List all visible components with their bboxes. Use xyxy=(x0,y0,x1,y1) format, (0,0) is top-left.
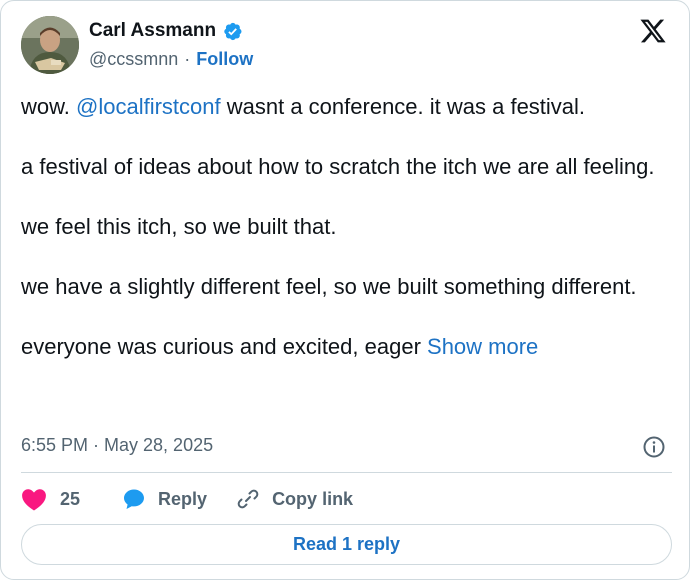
mention-link[interactable]: @localfirstconf xyxy=(76,94,221,119)
link-icon xyxy=(237,489,259,509)
tweet-paragraph-4: we have a slightly different feel, so we… xyxy=(21,274,637,299)
reply-label: Reply xyxy=(158,488,208,509)
tweet-card: Carl Assmann @ccssmnn · Follow wow. @loc… xyxy=(0,0,690,580)
tweet-text-segment: wow. xyxy=(21,94,77,119)
tweet-text-segment: wasnt a conference. it was a festival. xyxy=(220,94,586,119)
copy-link-label: Copy link xyxy=(272,488,354,509)
author-handle-row: @ccssmnn · Follow xyxy=(89,49,253,70)
show-more-link[interactable]: Show more xyxy=(427,334,538,359)
tweet-paragraph-2: a festival of ideas about how to scratch… xyxy=(21,154,655,179)
handle-separator: · xyxy=(184,49,191,69)
avatar[interactable] xyxy=(21,16,79,74)
tweet-paragraph-3: we feel this itch, so we built that. xyxy=(21,214,337,239)
action-bar: 25 Reply Copy link xyxy=(21,487,353,511)
info-icon[interactable] xyxy=(642,435,666,459)
reply-button[interactable]: Reply xyxy=(122,487,207,511)
tweet-paragraph-5: everyone was curious and excited, eager … xyxy=(21,332,671,362)
tweet-paragraph-1: wow. @localfirstconf wasnt a conference.… xyxy=(21,92,671,122)
follow-button[interactable]: Follow xyxy=(196,49,253,70)
read-replies-button[interactable]: Read 1 reply xyxy=(21,524,672,565)
tweet-text: wow. @localfirstconf wasnt a conference.… xyxy=(21,92,671,362)
author-name[interactable]: Carl Assmann xyxy=(89,20,216,42)
author-handle[interactable]: @ccssmnn xyxy=(89,49,178,70)
verified-badge-icon xyxy=(224,22,242,40)
avatar-image xyxy=(21,16,79,74)
speech-bubble-icon xyxy=(124,489,145,509)
x-logo-icon[interactable] xyxy=(639,17,667,45)
copy-link-button[interactable]: Copy link xyxy=(236,487,353,511)
like-button[interactable]: 25 xyxy=(21,487,80,511)
like-count: 25 xyxy=(60,488,81,509)
tweet-timestamp[interactable]: 6:55 PM · May 28, 2025 xyxy=(21,435,671,456)
heart-icon xyxy=(22,489,46,511)
divider xyxy=(21,472,672,473)
author-name-row: Carl Assmann xyxy=(89,20,243,42)
tweet-text-segment: everyone was curious and excited, eager xyxy=(21,334,428,359)
